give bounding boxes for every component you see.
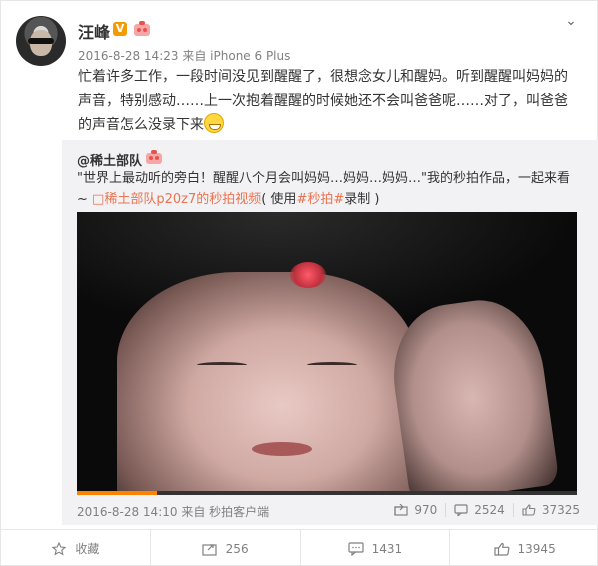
repost-comment-count: 2524: [474, 503, 505, 517]
repost-meta: 2016-8-28 14:10 来自 秒拍客户端: [77, 503, 269, 520]
post-timestamp[interactable]: 2016-8-28 14:23: [78, 49, 179, 63]
thumb-up-icon: [493, 542, 509, 556]
repost-suffix-post: 录制 ): [344, 192, 380, 207]
repost-text: "世界上最动听的旁白！醒醒八个月会叫妈妈…妈妈…妈妈…"我的秒拍作品，一起来看~…: [77, 168, 577, 210]
weibo-card: 汪峰 V ⌄ 2016-8-28 14:23 来自 iPhone 6 Plus …: [0, 0, 598, 566]
repost-source-prefix: 来自: [181, 505, 206, 519]
repost-forward-button[interactable]: 970: [386, 503, 445, 517]
video-player[interactable]: [77, 212, 577, 495]
hashtag-link[interactable]: #秒拍#: [296, 192, 344, 207]
video-frame-lips: [252, 442, 312, 456]
repost-like-button[interactable]: 37325: [512, 503, 588, 517]
verified-badge-icon: V: [113, 22, 127, 36]
favorite-button[interactable]: 收藏: [1, 530, 150, 566]
chevron-down-icon[interactable]: ⌄: [561, 13, 581, 33]
like-count: 13945: [517, 541, 556, 556]
video-frame-eye: [197, 362, 247, 368]
avatar[interactable]: [16, 16, 66, 66]
repost-actions: 970 2524 37325: [386, 503, 588, 517]
member-icon[interactable]: [133, 21, 151, 37]
forward-count: 256: [225, 541, 249, 556]
video-frame-highlight: [290, 262, 326, 288]
repost-source[interactable]: 秒拍客户端: [209, 505, 269, 519]
repost-like-count: 37325: [541, 503, 580, 517]
repost-timestamp[interactable]: 2016-8-28 14:10: [77, 505, 178, 519]
forward-button[interactable]: 256: [149, 530, 300, 566]
comment-icon: [347, 541, 364, 556]
forward-icon: [202, 543, 217, 556]
post-username[interactable]: 汪峰: [78, 19, 110, 43]
thumb-up-icon: [522, 504, 536, 516]
post-source-prefix: 来自: [182, 49, 207, 63]
comment-count: 1431: [371, 541, 403, 556]
repost-suffix-pre: ( 使用: [261, 192, 297, 207]
post-source[interactable]: iPhone 6 Plus: [210, 49, 290, 63]
action-bar: 收藏 256 1431 13945: [1, 529, 598, 566]
star-icon: [52, 541, 67, 556]
video-link[interactable]: 稀土部队p20z7的秒拍视频: [104, 192, 261, 207]
comment-button[interactable]: 1431: [299, 530, 450, 566]
repost-comment-button[interactable]: 2524: [445, 503, 513, 517]
post-body: 忙着许多工作，一段时间没见到醒醒了，很想念女儿和醒妈。听到醒醒叫妈妈的声音，特别…: [78, 69, 568, 133]
favorite-label: 收藏: [75, 542, 100, 556]
video-frame-face: [117, 272, 417, 495]
post-text: 忙着许多工作，一段时间没见到醒醒了，很想念女儿和醒妈。听到醒醒叫妈妈的声音，特别…: [78, 65, 578, 137]
repost-block: @稀土部队 "世界上最动听的旁白！醒醒八个月会叫妈妈…妈妈…妈妈…"我的秒拍作品…: [62, 140, 598, 525]
repost-username[interactable]: @稀土部队: [77, 150, 142, 169]
forward-icon: [394, 504, 408, 516]
video-link-icon[interactable]: □: [92, 192, 104, 207]
grin-emoji-icon: [204, 113, 224, 133]
member-icon[interactable]: [145, 150, 163, 164]
video-frame-eye: [307, 362, 357, 368]
repost-forward-count: 970: [414, 503, 438, 517]
avatar-glasses: [28, 38, 54, 44]
video-progress-fill: [77, 491, 157, 495]
post-meta: 2016-8-28 14:23 来自 iPhone 6 Plus: [78, 47, 290, 64]
like-button[interactable]: 13945: [449, 530, 598, 566]
comment-icon: [454, 504, 468, 516]
